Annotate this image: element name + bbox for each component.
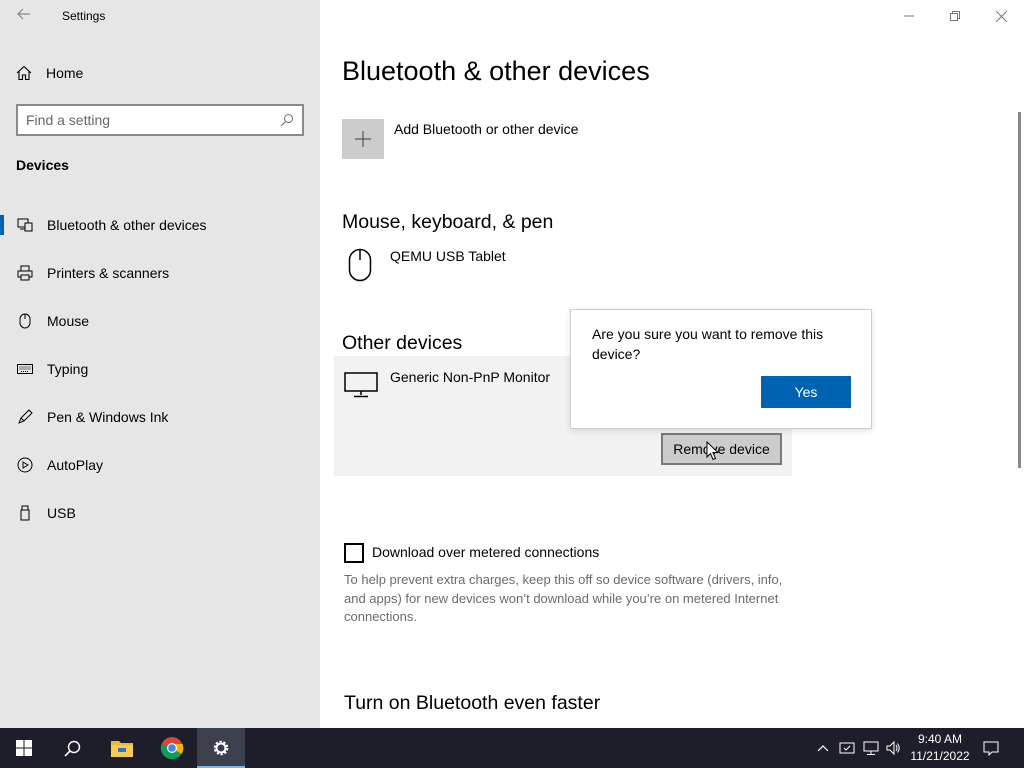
- settings-taskbar-button[interactable]: [197, 728, 245, 768]
- mouse-cursor-icon: [706, 440, 720, 466]
- pen-icon: [16, 408, 34, 426]
- clock-date: 11/21/2022: [910, 749, 970, 763]
- gear-icon: [213, 740, 229, 756]
- other-section-title: Other devices: [342, 332, 463, 354]
- sidebar-item-label: Typing: [47, 361, 89, 377]
- action-center-button[interactable]: [978, 728, 1004, 768]
- remove-device-button[interactable]: Remove device: [661, 433, 782, 465]
- minimize-icon: [904, 15, 914, 17]
- sidebar-item-pen[interactable]: Pen & Windows Ink: [0, 393, 320, 441]
- metered-help-text: To help prevent extra charges, keep this…: [344, 572, 783, 624]
- search-taskbar-button[interactable]: [48, 728, 96, 768]
- sidebar-item-label: Pen & Windows Ink: [47, 409, 169, 425]
- sidebar-item-label: USB: [47, 505, 76, 521]
- chrome-button[interactable]: [148, 728, 196, 768]
- dialog-message: Are you sure you want to remove this dev…: [592, 326, 824, 362]
- sidebar-item-label: AutoPlay: [47, 457, 104, 473]
- sidebar-item-printers[interactable]: Printers & scanners: [0, 249, 320, 297]
- sidebar-item-usb[interactable]: USB: [0, 489, 320, 537]
- notification-icon: [983, 741, 999, 756]
- chrome-icon: [160, 737, 184, 760]
- volume-tray-icon[interactable]: [882, 728, 904, 768]
- section-heading-devices: Devices: [16, 157, 69, 173]
- bluetooth-faster-title: Turn on Bluetooth even faster: [344, 692, 601, 714]
- network-tray-icon[interactable]: [860, 728, 882, 768]
- sidebar-nav: Bluetooth & other devices Printers & sca…: [0, 201, 320, 537]
- search-icon: [280, 113, 294, 127]
- restore-icon: [950, 11, 960, 21]
- sidebar-item-mouse[interactable]: Mouse: [0, 297, 320, 345]
- close-button[interactable]: [978, 0, 1024, 32]
- add-device-label[interactable]: Add Bluetooth or other device: [394, 121, 578, 137]
- taskbar: 9:40 AM 11/21/2022: [0, 728, 1024, 768]
- mouse-section-title: Mouse, keyboard, & pen: [342, 211, 554, 233]
- home-link[interactable]: Home: [16, 60, 83, 86]
- home-icon: [16, 65, 32, 81]
- minimize-button[interactable]: [886, 0, 932, 32]
- sidebar-item-label: Printers & scanners: [47, 265, 170, 281]
- restore-button[interactable]: [932, 0, 978, 32]
- keyboard-icon: [16, 360, 34, 378]
- add-device-button[interactable]: [342, 119, 384, 159]
- start-button[interactable]: [0, 728, 48, 768]
- clock-time: 9:40 AM: [917, 732, 963, 746]
- remove-confirm-dialog: Are you sure you want to remove this dev…: [570, 309, 872, 429]
- printer-icon: [16, 264, 34, 282]
- metered-label[interactable]: Download over metered connections: [372, 544, 599, 560]
- device-name: Generic Non-PnP Monitor: [390, 369, 551, 385]
- sidebar-item-label: Bluetooth & other devices: [47, 217, 207, 233]
- app-title: Settings: [62, 9, 106, 23]
- autoplay-icon: [16, 456, 34, 474]
- security-tray-icon[interactable]: [836, 728, 858, 768]
- windows-logo-icon: [16, 740, 32, 756]
- yes-button[interactable]: Yes: [761, 376, 851, 408]
- plus-icon: [355, 131, 371, 147]
- usb-icon: [16, 504, 34, 522]
- sidebar-item-autoplay[interactable]: AutoPlay: [0, 441, 320, 489]
- device-name: QEMU USB Tablet: [390, 248, 506, 264]
- close-icon: [995, 10, 1007, 22]
- taskbar-clock[interactable]: 9:40 AM 11/21/2022: [904, 731, 976, 765]
- search-input[interactable]: [26, 112, 280, 128]
- file-explorer-button[interactable]: [98, 728, 146, 768]
- chevron-up-icon: [817, 745, 829, 752]
- bluetooth-devices-icon: [16, 216, 34, 234]
- search-box[interactable]: [16, 104, 304, 136]
- sidebar-item-label: Mouse: [47, 313, 90, 329]
- show-hidden-icons-button[interactable]: [812, 728, 834, 768]
- scrollbar[interactable]: [1018, 112, 1021, 468]
- page-title: Bluetooth & other devices: [342, 56, 650, 86]
- sidebar-item-typing[interactable]: Typing: [0, 345, 320, 393]
- back-arrow-icon[interactable]: [12, 4, 36, 28]
- search-icon: [63, 740, 80, 757]
- device-qemu-tablet[interactable]: [348, 248, 372, 282]
- folder-icon: [111, 741, 133, 757]
- sidebar: Settings Home Devices Bluetooth & other …: [0, 0, 320, 728]
- home-label: Home: [46, 65, 84, 81]
- sidebar-item-bluetooth[interactable]: Bluetooth & other devices: [0, 201, 320, 249]
- monitor-icon: [344, 372, 378, 398]
- mouse-icon: [348, 248, 372, 282]
- mouse-icon: [16, 312, 34, 330]
- metered-checkbox[interactable]: [344, 543, 364, 563]
